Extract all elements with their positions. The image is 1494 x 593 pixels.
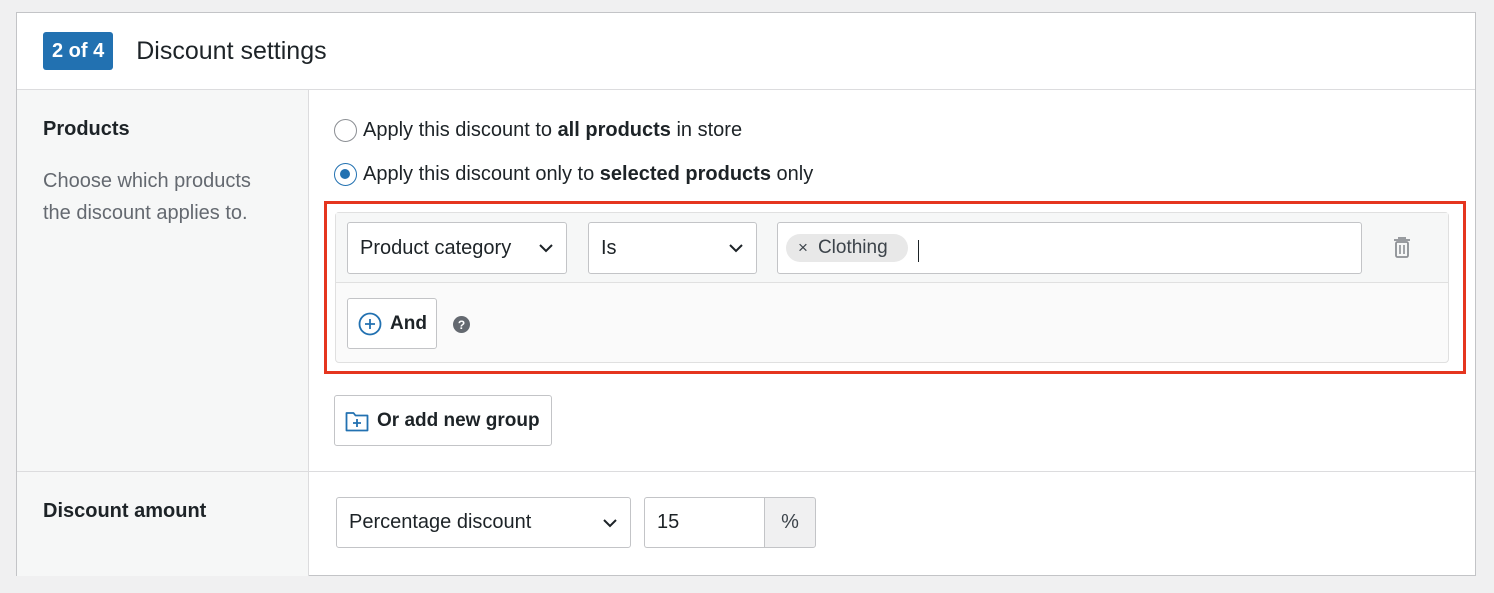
discount-settings-panel: 2 of 4 Discount settings Products Choose… [16, 12, 1476, 576]
add-new-group-label: Or add new group [377, 409, 540, 431]
condition-field-value: Product category [360, 236, 512, 259]
amount-label: Discount amount [43, 500, 207, 522]
discount-amount-row: Discount amount Percentage discount 15 % [17, 472, 1475, 576]
radio-selected-products-text: Apply this discount only to selected pro… [363, 163, 814, 185]
discount-amount-input[interactable]: 15 [644, 497, 764, 548]
text-caret [917, 240, 919, 262]
panel-header: 2 of 4 Discount settings [17, 13, 1475, 90]
trash-icon[interactable] [1392, 235, 1412, 259]
products-label-cell: Products Choose which products the disco… [17, 90, 309, 471]
radio-selected-products[interactable]: Apply this discount only to selected pro… [334, 163, 813, 186]
discount-type-select[interactable]: Percentage discount [336, 497, 631, 548]
folder-plus-icon [345, 411, 369, 431]
amount-label-cell: Discount amount [17, 472, 309, 576]
radio-selected-products-circle[interactable] [334, 163, 357, 186]
value-tag: × Clothing [786, 234, 908, 262]
chevron-down-icon [729, 244, 743, 253]
svg-text:?: ? [458, 318, 465, 332]
radio-all-products-text: Apply this discount to all products in s… [363, 119, 743, 141]
tag-remove-icon[interactable]: × [798, 238, 808, 258]
discount-amount-value: 15 [657, 511, 680, 533]
discount-unit-addon: % [764, 497, 816, 548]
products-label: Products [43, 118, 130, 140]
condition-group: Product category Is × Clothing And ? [335, 212, 1449, 363]
products-content: Apply this discount to all products in s… [309, 90, 1475, 471]
discount-type-value: Percentage discount [349, 511, 532, 533]
and-button-label: And [390, 312, 427, 334]
value-tag-label: Clothing [817, 237, 888, 258]
condition-values-input[interactable]: × Clothing [777, 222, 1362, 274]
add-new-group-button[interactable]: Or add new group [334, 395, 552, 446]
radio-all-products[interactable]: Apply this discount to all products in s… [334, 119, 742, 142]
condition-operator-value: Is [601, 236, 617, 259]
help-icon[interactable]: ? [453, 316, 470, 333]
condition-operator-select[interactable]: Is [588, 222, 757, 274]
and-button[interactable]: And [347, 298, 437, 349]
condition-rule: Product category Is × Clothing [336, 213, 1448, 283]
products-description: Choose which products the discount appli… [43, 170, 251, 224]
condition-field-select[interactable]: Product category [347, 222, 567, 274]
step-badge: 2 of 4 [43, 32, 114, 70]
radio-all-products-circle[interactable] [334, 119, 357, 142]
chevron-down-icon [539, 244, 553, 253]
amount-content: Percentage discount 15 % [309, 472, 1475, 576]
chevron-down-icon [603, 518, 617, 527]
products-row: Products Choose which products the disco… [17, 90, 1475, 472]
panel-title: Discount settings [136, 36, 327, 65]
condition-highlight-box: Product category Is × Clothing And ? [324, 201, 1466, 374]
plus-circle-icon [358, 312, 382, 335]
